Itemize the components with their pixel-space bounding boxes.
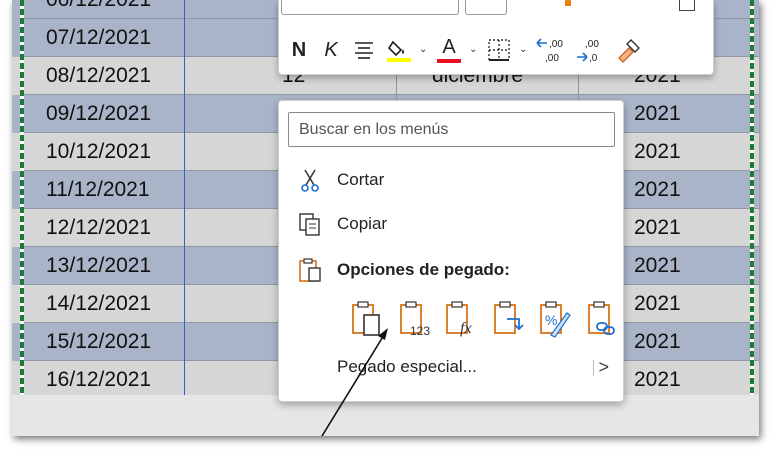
annotation-arrow: [321, 328, 388, 436]
screenshot-frame: 06/12/202107/12/202108/12/202112diciembr…: [12, 0, 759, 436]
